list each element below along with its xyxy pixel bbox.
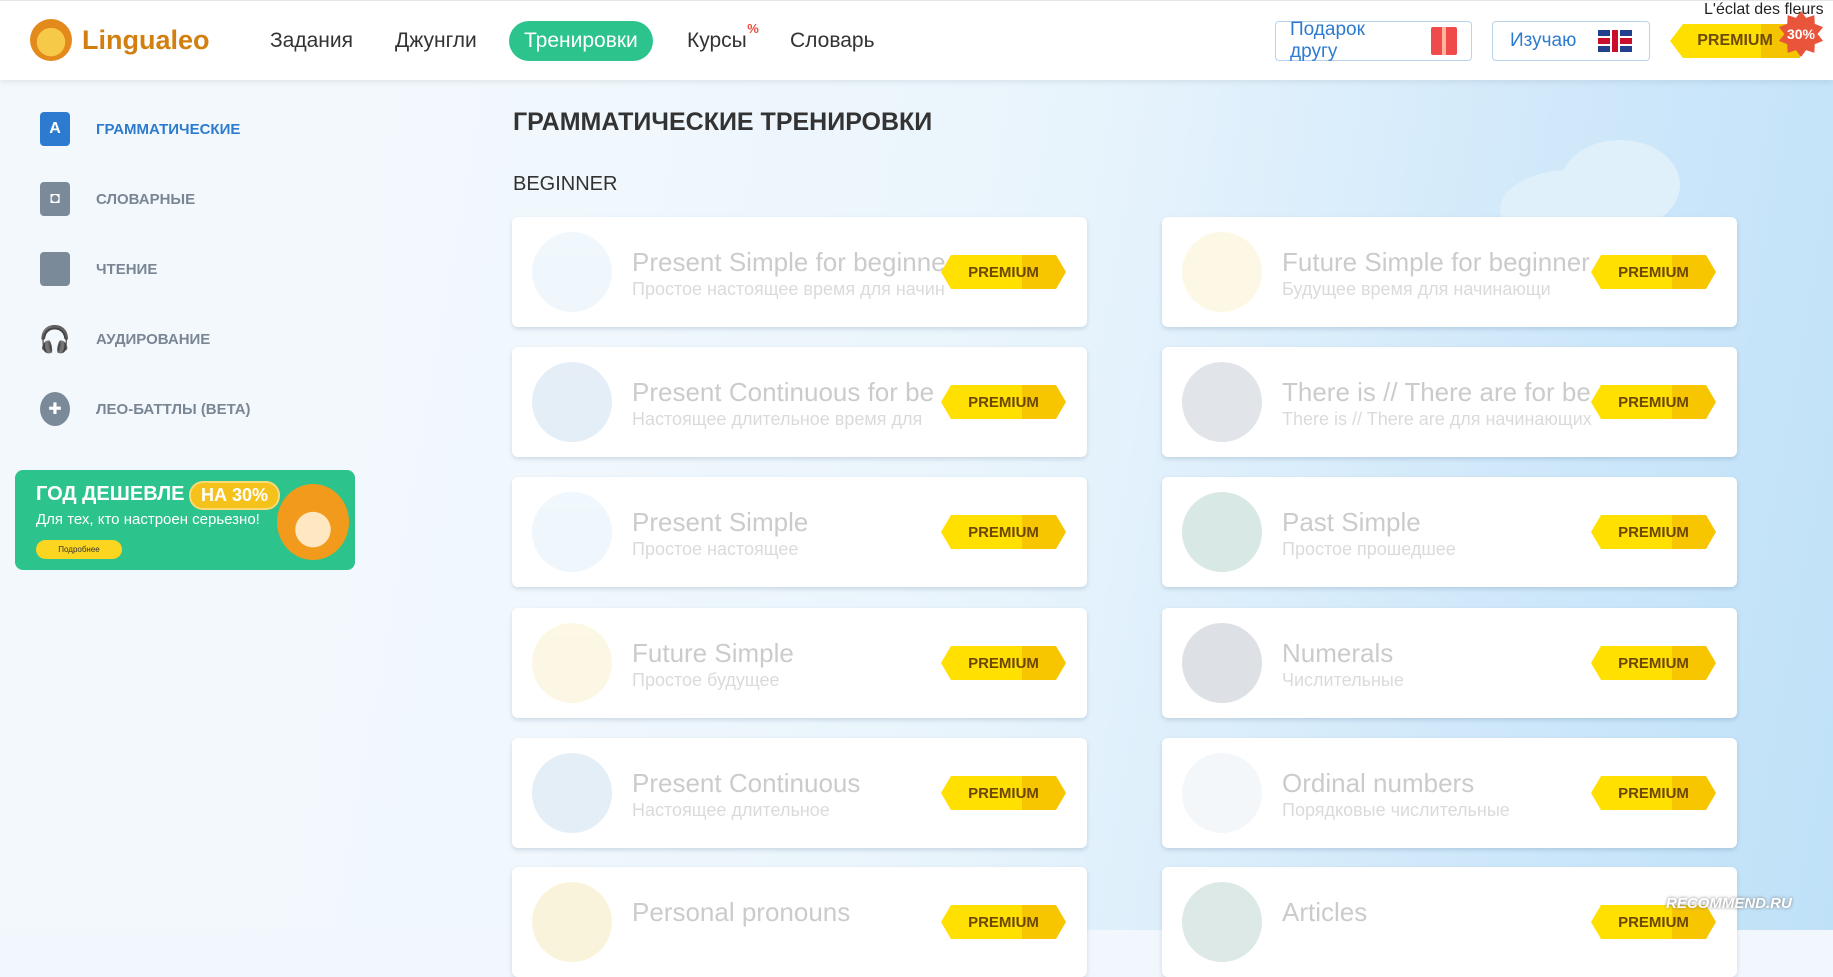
training-illustration [1182, 362, 1262, 442]
training-card[interactable]: Present Simple Простое настоящее PREMIUM [512, 477, 1087, 587]
training-subtitle: Будущее время для начинающи [1282, 279, 1551, 299]
training-illustration [1182, 623, 1262, 703]
headphones-icon: 🎧 [38, 323, 72, 354]
training-card[interactable]: Present Continuous for be Настоящее длит… [512, 347, 1087, 457]
level-heading: BEGINNER [513, 173, 618, 195]
training-subtitle: Простое настоящее [632, 539, 799, 559]
premium-badge[interactable]: PREMIUM [1591, 255, 1716, 289]
training-title: Personal pronouns [632, 897, 851, 927]
premium-badge[interactable]: PREMIUM [941, 515, 1066, 549]
training-illustration [1182, 232, 1262, 312]
training-card[interactable]: Present Continuous Настоящее длительное … [512, 738, 1087, 848]
training-card[interactable]: Personal pronouns PREMIUM [512, 867, 1087, 977]
sidebar-item-label: ЧТЕНИЕ [96, 260, 158, 278]
top-header: Lingualeo Задания Джунгли Тренировки Кур… [0, 0, 1833, 80]
training-subtitle: Числительные [1282, 670, 1404, 690]
brain-icon: ✚ [40, 392, 70, 426]
banner-discount-badge: НА 30% [189, 481, 281, 510]
nav-tasks[interactable]: Задания [270, 21, 353, 61]
learning-language-button[interactable]: Изучаю [1492, 21, 1650, 61]
sidebar-item-label: АУДИРОВАНИЕ [96, 330, 211, 348]
logo[interactable]: Lingualeo [30, 19, 210, 61]
nav-courses-label: Курсы [687, 29, 747, 52]
promo-banner[interactable]: ГОД ДЕШЕВЛЕ НА 30% Для тех, кто настроен… [15, 470, 355, 570]
training-card[interactable]: Ordinal numbers Порядковые числительные … [1162, 738, 1737, 848]
training-subtitle: Простое будущее [632, 670, 780, 690]
sidebar-item-label: ЛЕО-БАТТЛЫ (BETA) [96, 400, 251, 418]
training-subtitle: There is // There are для начинающих [1282, 409, 1592, 429]
training-title: Future Simple [632, 638, 794, 668]
premium-badge[interactable]: PREMIUM [941, 255, 1066, 289]
training-title: Present Simple for beginne [632, 247, 946, 277]
training-subtitle: Порядковые числительные [1282, 800, 1510, 820]
sidebar-item-grammar[interactable]: A ГРАММАТИЧЕСКИЕ [40, 109, 240, 149]
premium-badge[interactable]: PREMIUM [1591, 385, 1716, 419]
training-subtitle: Настоящее длительное время для [632, 409, 923, 429]
training-illustration [532, 882, 612, 962]
training-title: Future Simple for beginner [1282, 247, 1590, 277]
grammar-card-icon: A [40, 112, 70, 146]
training-title: Present Continuous for be [632, 377, 935, 407]
training-illustration [532, 362, 612, 442]
gift-friend-button[interactable]: Подарок другу [1275, 19, 1472, 62]
nav-courses[interactable]: Курсы% [687, 21, 759, 61]
gift-icon [1431, 27, 1457, 55]
training-subtitle: Простое прошедшее [1282, 539, 1456, 559]
training-illustration [532, 232, 612, 312]
logo-text: Lingualeo [82, 24, 210, 55]
sidebar-item-label: ГРАММАТИЧЕСКИЕ [96, 120, 241, 138]
page-title: ГРАММАТИЧЕСКИЕ ТРЕНИРОВКИ [513, 108, 933, 136]
gift-label: Подарок другу [1290, 19, 1365, 62]
nav-trainings[interactable]: Тренировки [509, 21, 653, 61]
banner-title: ГОД ДЕШЕВЛЕ [36, 483, 185, 505]
premium-badge[interactable]: PREMIUM [1591, 515, 1716, 549]
training-card[interactable]: Past Simple Простое прошедшее PREMIUM [1162, 477, 1737, 587]
training-title: Articles [1282, 897, 1368, 927]
training-card[interactable]: Future Simple Простое будущее PREMIUM [512, 608, 1087, 718]
sidebar-item-label: СЛОВАРНЫЕ [96, 190, 196, 208]
training-card[interactable]: There is // There are for be There is //… [1162, 347, 1737, 457]
training-title: Ordinal numbers [1282, 768, 1475, 798]
discount-sup: % [747, 21, 759, 36]
training-title: There is // There are for be [1282, 377, 1591, 407]
overlay-caption: L'éclat des fleurs [1704, 1, 1824, 18]
training-title: Numerals [1282, 638, 1394, 668]
nav-jungle[interactable]: Джунгли [395, 21, 477, 61]
training-illustration [1182, 882, 1262, 962]
sidebar-item-battles[interactable]: ✚ ЛЕО-БАТТЛЫ (BETA) [40, 389, 251, 429]
sidebar-item-vocabulary[interactable]: ◘ СЛОВАРНЫЕ [40, 179, 195, 219]
training-card[interactable]: Future Simple for beginner Будущее время… [1162, 217, 1737, 327]
training-illustration [532, 623, 612, 703]
training-illustration [532, 492, 612, 572]
vocabulary-cards-icon: ◘ [40, 182, 70, 216]
banner-more-button[interactable]: Подробнее [36, 540, 122, 559]
training-title: Past Simple [1282, 507, 1421, 537]
lion-logo-icon [30, 19, 72, 61]
uk-flag-icon [1598, 30, 1633, 52]
premium-badge[interactable]: PREMIUM [941, 385, 1066, 419]
premium-badge[interactable]: PREMIUM [1591, 646, 1716, 680]
training-title: Present Simple [632, 507, 809, 537]
premium-badge[interactable]: PREMIUM [941, 905, 1066, 939]
lion-mascot-icon [277, 484, 349, 560]
book-icon [40, 252, 70, 286]
premium-badge[interactable]: PREMIUM [1591, 776, 1716, 810]
training-card[interactable]: Present Simple for beginne Простое насто… [512, 217, 1087, 327]
training-title: Present Continuous [632, 768, 861, 798]
training-subtitle: Простое настоящее время для начин [632, 279, 945, 299]
premium-badge[interactable]: PREMIUM [941, 646, 1066, 680]
premium-badge[interactable]: PREMIUM [941, 776, 1066, 810]
training-card[interactable]: Articles PREMIUM [1162, 867, 1737, 977]
learning-label: Изучаю [1510, 30, 1577, 51]
watermark: RECOMMEND.RU [1666, 895, 1792, 912]
training-subtitle: Настоящее длительное [632, 800, 830, 820]
training-illustration [1182, 753, 1262, 833]
banner-subtitle: Для тех, кто настроен серьезно! [36, 511, 260, 528]
training-illustration [532, 753, 612, 833]
sidebar-item-reading[interactable]: ЧТЕНИЕ [40, 249, 157, 289]
training-illustration [1182, 492, 1262, 572]
nav-dictionary[interactable]: Словарь [790, 21, 875, 61]
training-card[interactable]: Numerals Числительные PREMIUM [1162, 608, 1737, 718]
sidebar-item-listening[interactable]: 🎧 АУДИРОВАНИЕ [38, 319, 211, 359]
